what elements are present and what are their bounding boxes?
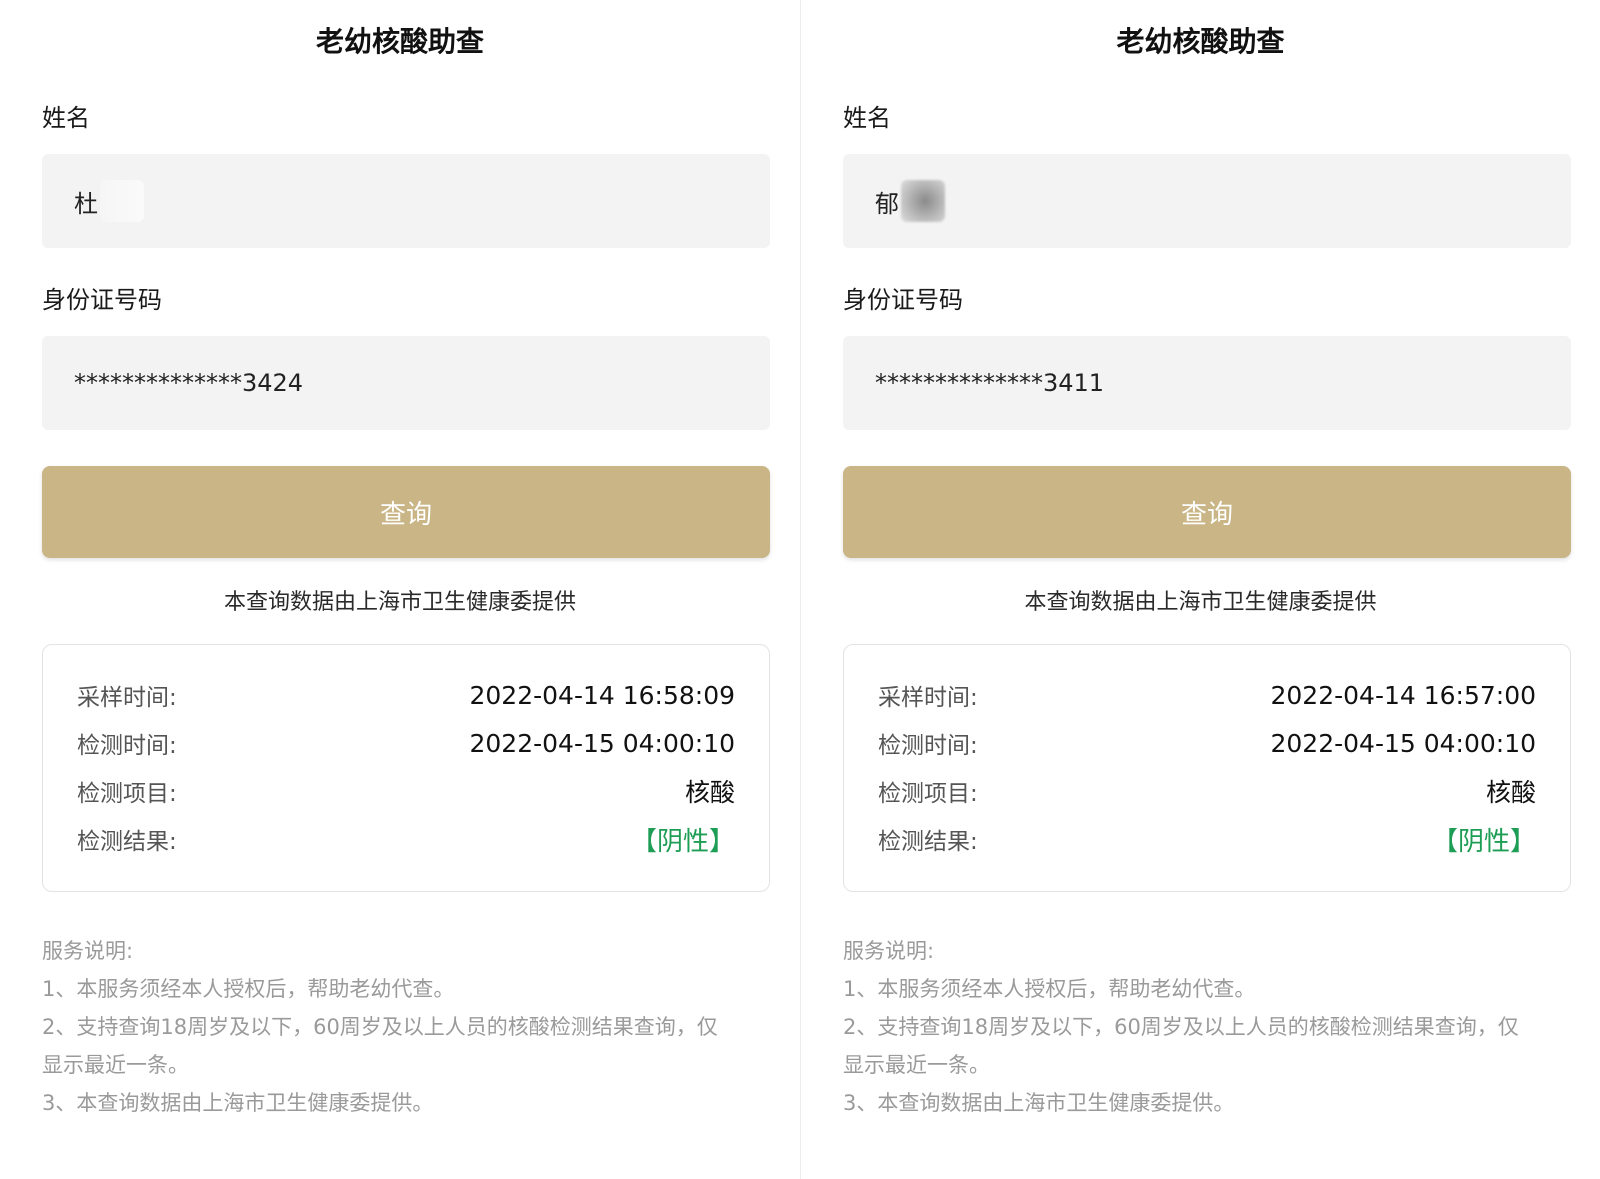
result-row-sampling-time: 采样时间: 2022-04-14 16:57:00 bbox=[878, 675, 1536, 715]
name-redaction bbox=[901, 180, 945, 222]
provider-note: 本查询数据由上海市卫生健康委提供 bbox=[1024, 590, 1377, 615]
test-result-label: 检测结果: bbox=[77, 829, 177, 855]
test-item-value: 核酸 bbox=[1485, 778, 1536, 807]
id-number-value: **************3424 bbox=[74, 369, 304, 397]
sampling-time-label: 采样时间: bbox=[77, 685, 177, 711]
name-label: 姓名 bbox=[42, 104, 90, 132]
sampling-time-label: 采样时间: bbox=[878, 685, 978, 711]
result-row-sampling-time: 采样时间: 2022-04-14 16:58:09 bbox=[77, 675, 735, 715]
result-card: 采样时间: 2022-04-14 16:58:09 检测时间: 2022-04-… bbox=[42, 644, 770, 892]
service-note-2b: 显示最近一条。 bbox=[843, 1053, 990, 1077]
id-number-input[interactable]: **************3424 bbox=[42, 336, 770, 430]
name-input[interactable]: 郁 bbox=[843, 154, 1571, 248]
test-item-label: 检测项目: bbox=[878, 781, 978, 807]
sampling-time-value: 2022-04-14 16:57:00 bbox=[1270, 680, 1536, 710]
screens: 老幼核酸助查 姓名 杜 身份证号码 **************3424 查询 … bbox=[0, 0, 1600, 1179]
result-row-test-result: 检测结果: 【阴性】 bbox=[878, 819, 1536, 859]
page-title: 老幼核酸助查 bbox=[1116, 25, 1285, 58]
test-result-value: 【阴性】 bbox=[1431, 826, 1536, 857]
test-time-value: 2022-04-15 04:00:10 bbox=[1270, 728, 1536, 758]
result-row-test-time: 检测时间: 2022-04-15 04:00:10 bbox=[878, 723, 1536, 763]
query-panel-left: 老幼核酸助查 姓名 杜 身份证号码 **************3424 查询 … bbox=[0, 0, 800, 1179]
name-redaction bbox=[100, 180, 144, 222]
name-value: 杜 bbox=[74, 189, 98, 218]
query-panel-right: 老幼核酸助查 姓名 郁 身份证号码 **************3411 查询 … bbox=[800, 0, 1600, 1179]
query-button[interactable]: 查询 bbox=[843, 466, 1571, 558]
page-title: 老幼核酸助查 bbox=[315, 25, 484, 58]
service-notes: 服务说明: 1、本服务须经本人授权后，帮助老幼代查。 2、支持查询18周岁及以下… bbox=[42, 932, 782, 1122]
sampling-time-value: 2022-04-14 16:58:09 bbox=[469, 680, 735, 710]
result-row-test-time: 检测时间: 2022-04-15 04:00:10 bbox=[77, 723, 735, 763]
name-label: 姓名 bbox=[843, 104, 891, 132]
result-row-test-item: 检测项目: 核酸 bbox=[878, 771, 1536, 811]
service-note-3: 3、本查询数据由上海市卫生健康委提供。 bbox=[843, 1091, 1235, 1115]
result-row-test-item: 检测项目: 核酸 bbox=[77, 771, 735, 811]
service-note-1: 1、本服务须经本人授权后，帮助老幼代查。 bbox=[42, 977, 455, 1001]
test-item-label: 检测项目: bbox=[77, 781, 177, 807]
test-time-label: 检测时间: bbox=[878, 733, 978, 759]
service-note-3: 3、本查询数据由上海市卫生健康委提供。 bbox=[42, 1091, 434, 1115]
service-notes: 服务说明: 1、本服务须经本人授权后，帮助老幼代查。 2、支持查询18周岁及以下… bbox=[843, 932, 1583, 1122]
id-number-input[interactable]: **************3411 bbox=[843, 336, 1571, 430]
id-number-value: **************3411 bbox=[875, 369, 1105, 397]
test-result-label: 检测结果: bbox=[878, 829, 978, 855]
service-note-2a: 2、支持查询18周岁及以下，60周岁及以上人员的核酸检测结果查询，仅 bbox=[843, 1015, 1519, 1039]
service-note-1: 1、本服务须经本人授权后，帮助老幼代查。 bbox=[843, 977, 1256, 1001]
test-time-label: 检测时间: bbox=[77, 733, 177, 759]
test-time-value: 2022-04-15 04:00:10 bbox=[469, 728, 735, 758]
id-number-label: 身份证号码 bbox=[843, 286, 963, 314]
service-note-2a: 2、支持查询18周岁及以下，60周岁及以上人员的核酸检测结果查询，仅 bbox=[42, 1015, 718, 1039]
service-notes-heading: 服务说明: bbox=[42, 939, 134, 963]
id-number-label: 身份证号码 bbox=[42, 286, 162, 314]
result-row-test-result: 检测结果: 【阴性】 bbox=[77, 819, 735, 859]
name-input[interactable]: 杜 bbox=[42, 154, 770, 248]
provider-note: 本查询数据由上海市卫生健康委提供 bbox=[223, 590, 576, 615]
query-button[interactable]: 查询 bbox=[42, 466, 770, 558]
service-note-2b: 显示最近一条。 bbox=[42, 1053, 189, 1077]
test-item-value: 核酸 bbox=[684, 778, 735, 807]
result-card: 采样时间: 2022-04-14 16:57:00 检测时间: 2022-04-… bbox=[843, 644, 1571, 892]
service-notes-heading: 服务说明: bbox=[843, 939, 935, 963]
name-value: 郁 bbox=[875, 189, 899, 218]
test-result-value: 【阴性】 bbox=[630, 826, 735, 857]
